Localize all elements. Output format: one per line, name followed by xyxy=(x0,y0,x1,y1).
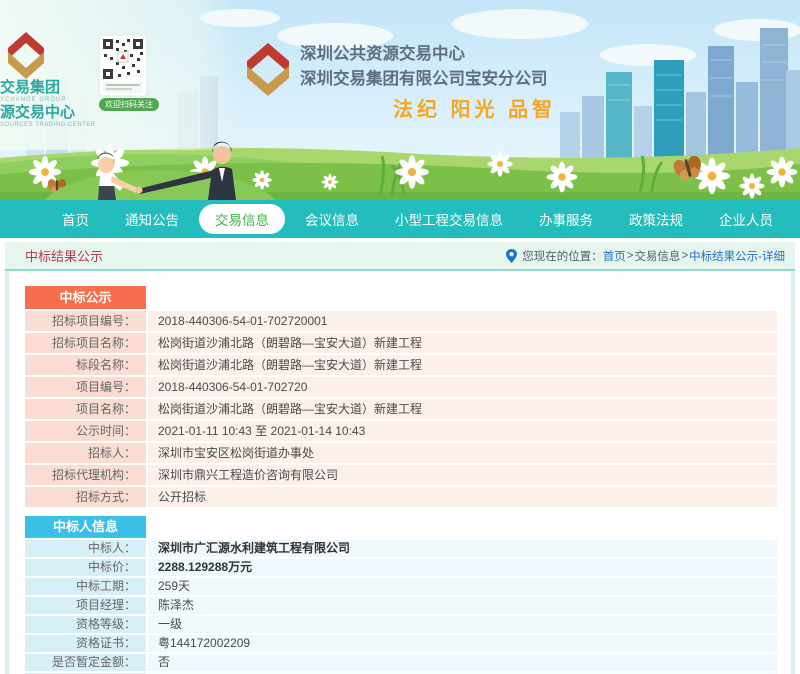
row-label: 招标项目编号： xyxy=(25,311,146,331)
row-label: 标段名称： xyxy=(25,355,146,375)
nav-item-small-project-info[interactable]: 小型工程交易信息 xyxy=(379,204,519,234)
qr-code xyxy=(99,35,147,96)
row-value: 2018-440306-54-01-702720 xyxy=(148,377,777,397)
table-row: 资格证书： 粤144172002209 xyxy=(25,635,777,652)
row-value: 松岗街道沙浦北路（朗碧路—宝安大道）新建工程 xyxy=(148,355,777,375)
announcement-section: 中标公示 招标项目编号： 2018-440306-54-01-702720001… xyxy=(25,286,777,507)
crumb-home[interactable]: 首页 xyxy=(603,248,626,264)
page-title: 中标结果公示 xyxy=(25,246,103,265)
row-value: 否 xyxy=(148,654,777,671)
row-label: 资格等级： xyxy=(25,616,146,633)
row-label: 招标项目名称： xyxy=(25,333,146,353)
row-value: 深圳市宝安区松岗街道办事处 xyxy=(148,443,777,463)
main-nav: 首页 通知公告 交易信息 会议信息 小型工程交易信息 办事服务 政策法规 企业人… xyxy=(0,200,800,238)
qr-caption-pill: 欢迎扫码关注 xyxy=(99,98,159,111)
table-row: 项目名称： 松岗街道沙浦北路（朗碧路—宝安大道）新建工程 xyxy=(25,399,777,419)
table-row: 中标工期： 259天 xyxy=(25,578,777,595)
nav-item-trade-info[interactable]: 交易信息 xyxy=(199,204,285,234)
page: 交易集团 XCHANGE GROUP 源交易中心 SOURCES TRADING… xyxy=(0,0,800,674)
table-row: 中标人： 深圳市广汇源水利建筑工程有限公司 xyxy=(25,540,777,557)
nav-item-enterprise[interactable]: 企业人员 xyxy=(703,204,789,234)
banner-slogan: 法纪 阳光 品智 xyxy=(393,97,556,121)
row-value: 松岗街道沙浦北路（朗碧路—宝安大道）新建工程 xyxy=(148,333,777,353)
table-row: 招标方式： 公开招标 xyxy=(25,487,777,507)
table-row: 是否暂定金额： 否 xyxy=(25,654,777,671)
breadcrumb: 您现在的位置： 首页 > 交易信息 > 中标结果公示-详细 xyxy=(506,248,785,264)
table-row: 公示时间： 2021-01-11 10:43 至 2021-01-14 10:4… xyxy=(25,421,777,441)
announcement-table: 招标项目编号： 2018-440306-54-01-702720001 招标项目… xyxy=(25,311,777,507)
crumb-trade-info[interactable]: 交易信息 xyxy=(634,248,680,264)
header-banner: 交易集团 XCHANGE GROUP 源交易中心 SOURCES TRADING… xyxy=(0,0,800,200)
crumb-separator: > xyxy=(627,250,634,262)
row-value: 粤144172002209 xyxy=(148,635,777,652)
left-logo-line1: 交易集团 xyxy=(0,78,60,96)
nav-item-services[interactable]: 办事服务 xyxy=(523,204,609,234)
location-pin-icon xyxy=(506,249,517,263)
table-row: 标段名称： 松岗街道沙浦北路（朗碧路—宝安大道）新建工程 xyxy=(25,355,777,375)
row-value: 松岗街道沙浦北路（朗碧路—宝安大道）新建工程 xyxy=(148,399,777,419)
table-row: 招标项目编号： 2018-440306-54-01-702720001 xyxy=(25,311,777,331)
table-row: 中标价： 2288.129288万元 xyxy=(25,559,777,576)
row-value: 259天 xyxy=(148,578,777,595)
table-row: 招标人： 深圳市宝安区松岗街道办事处 xyxy=(25,443,777,463)
row-value: 一级 xyxy=(148,616,777,633)
row-label: 中标价： xyxy=(25,559,146,576)
row-label: 项目编号： xyxy=(25,377,146,397)
row-label: 中标人： xyxy=(25,540,146,557)
row-value: 2021-01-11 10:43 至 2021-01-14 10:43 xyxy=(148,421,777,441)
location-prefix: 您现在的位置： xyxy=(522,248,603,264)
table-row: 项目编号： 2018-440306-54-01-702720 xyxy=(25,377,777,397)
row-value: 2018-440306-54-01-702720001 xyxy=(148,311,777,331)
row-value: 陈泽杰 xyxy=(148,597,777,614)
winner-section-title: 中标人信息 xyxy=(25,516,146,538)
table-row: 项目经理： 陈泽杰 xyxy=(25,597,777,614)
crumb-detail[interactable]: 中标结果公示-详细 xyxy=(689,248,785,264)
row-value: 深圳市广汇源水利建筑工程有限公司 xyxy=(148,540,777,557)
banner-art: 交易集团 XCHANGE GROUP 源交易中心 SOURCES TRADING… xyxy=(0,0,800,200)
row-label: 项目经理： xyxy=(25,597,146,614)
row-label: 招标人： xyxy=(25,443,146,463)
crumb-separator: > xyxy=(681,250,688,262)
row-label: 中标工期： xyxy=(25,578,146,595)
nav-item-policies[interactable]: 政策法规 xyxy=(613,204,699,234)
table-row: 资格等级： 一级 xyxy=(25,616,777,633)
row-value: 公开招标 xyxy=(148,487,777,507)
winner-table: 中标人： 深圳市广汇源水利建筑工程有限公司 中标价： 2288.129288万元… xyxy=(25,540,777,671)
row-label: 资格证书： xyxy=(25,635,146,652)
org-title-line1: 深圳公共资源交易中心 xyxy=(300,43,466,63)
announcement-section-title: 中标公示 xyxy=(25,286,146,309)
left-logo-sub2: SOURCES TRADING CENTER xyxy=(0,122,96,128)
breadcrumb-bar: 中标结果公示 您现在的位置： 首页 > 交易信息 > 中标结果公示-详细 xyxy=(5,242,795,271)
winner-section: 中标人信息 中标人： 深圳市广汇源水利建筑工程有限公司 中标价： 2288.12… xyxy=(25,516,777,674)
qr-caption: 欢迎扫码关注 xyxy=(105,99,153,109)
main-content: 中标公示 招标项目编号： 2018-440306-54-01-702720001… xyxy=(5,271,795,674)
org-title-line2: 深圳交易集团有限公司宝安分公司 xyxy=(300,68,548,88)
nav-item-meeting-info[interactable]: 会议信息 xyxy=(289,204,375,234)
row-label: 招标方式： xyxy=(25,487,146,507)
nav-item-notices[interactable]: 通知公告 xyxy=(109,204,195,234)
table-row: 招标代理机构： 深圳市鼎兴工程造价咨询有限公司 xyxy=(25,465,777,485)
row-value: 深圳市鼎兴工程造价咨询有限公司 xyxy=(148,465,777,485)
row-value: 2288.129288万元 xyxy=(148,559,777,576)
left-logo-line2: 源交易中心 xyxy=(0,103,75,121)
row-label: 项目名称： xyxy=(25,399,146,419)
row-label: 公示时间： xyxy=(25,421,146,441)
left-logo-sub1: XCHANGE GROUP xyxy=(0,97,66,103)
row-label: 招标代理机构： xyxy=(25,465,146,485)
nav-item-home[interactable]: 首页 xyxy=(46,204,105,234)
table-row: 招标项目名称： 松岗街道沙浦北路（朗碧路—宝安大道）新建工程 xyxy=(25,333,777,353)
row-label: 是否暂定金额： xyxy=(25,654,146,671)
